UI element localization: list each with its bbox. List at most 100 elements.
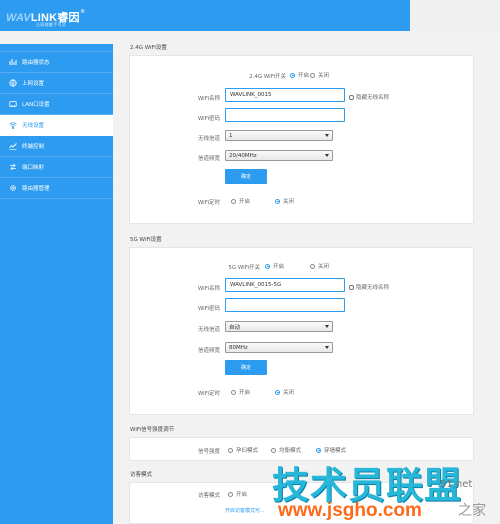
wifi5-channel-label: 无线信道 (197, 327, 220, 333)
radio-icon (271, 447, 276, 453)
select-value: 1 (229, 132, 233, 139)
wifi5-password-label: WiFi密码 (197, 306, 220, 312)
wifi24-switch-off[interactable]: 关闭 (310, 71, 329, 79)
select-value: 20/40MHz (229, 152, 257, 159)
signal-option-balanced[interactable]: 均衡模式 (271, 446, 301, 454)
wifi24-confirm-button[interactable]: 确定 (225, 169, 267, 184)
chevron-down-icon (325, 346, 329, 349)
wifi24-bandwidth-label: 信道频宽 (197, 156, 220, 162)
wifi24-switch-label: 2.4G WiFi开关 (249, 74, 286, 80)
wifi24-timer-label: WiFi定时 (197, 200, 220, 206)
sidebar-item-admin[interactable]: 路由器管理 (0, 178, 113, 199)
radio-label: 关闭 (283, 390, 295, 396)
radio-label: 穿墙模式 (324, 448, 347, 454)
signal-option-pregnant[interactable]: 孕妇模式 (228, 446, 258, 454)
wifi24-hide-checkbox[interactable]: 隐藏无线名称 (349, 93, 389, 101)
wifi5-timer-label: WiFi定时 (197, 391, 220, 397)
header-strip (410, 0, 500, 31)
radio-icon (231, 389, 236, 395)
top-header: WAVLINK睿因® 让网络触手可及 (0, 0, 410, 31)
radio-label: 均衡模式 (279, 448, 302, 454)
panel-24g: 2.4G WiFi开关 开启 关闭 WiFi名称 WAVLINK_0015 隐藏… (129, 55, 474, 224)
wifi5-switch-on[interactable]: 开启 (265, 262, 284, 270)
section-title-24g: 2.4G WiFi设置 (130, 45, 167, 51)
wifi24-name-input[interactable]: WAVLINK_0015 (225, 88, 345, 102)
radio-icon (290, 72, 295, 78)
guest-label: 访客模式 (197, 493, 220, 499)
wifi5-bandwidth-label: 信道频宽 (197, 348, 220, 354)
wifi24-password-label: WiFi密码 (197, 116, 220, 122)
section-title-guest: 访客模式 (130, 472, 153, 478)
guest-hint: 开启访客模式可... (225, 508, 265, 514)
sidebar-item-wireless[interactable]: 无线设置 (0, 115, 113, 136)
signal-option-wall[interactable]: 穿墙模式 (316, 446, 346, 454)
radio-label: 孕妇模式 (236, 448, 259, 454)
sidebar-item-port[interactable]: 端口映射 (0, 157, 113, 178)
chart-icon (9, 142, 17, 150)
wifi5-name-label: WiFi名称 (197, 286, 220, 292)
wifi5-switch-off[interactable]: 关闭 (310, 262, 329, 270)
checkbox-icon (349, 284, 354, 290)
chevron-down-icon (325, 154, 329, 157)
wifi5-name-input[interactable]: WAVLINK_0015-5G (225, 278, 345, 292)
sidebar-item-terminal[interactable]: 终端控制 (0, 136, 113, 157)
sidebar-item-label: 上网设置 (22, 81, 45, 87)
sidebar-item-status[interactable]: 路由器状态 (0, 52, 113, 73)
wifi5-hide-checkbox[interactable]: 隐藏无线名称 (349, 283, 389, 291)
signal-label: 信号强度 (197, 449, 220, 455)
wifi24-bandwidth-select[interactable]: 20/40MHz (225, 150, 333, 161)
wifi5-switch-label: 5G WiFi开关 (228, 265, 260, 271)
radio-label: 关闭 (318, 73, 330, 79)
sidebar-item-label: 路由器管理 (22, 186, 50, 192)
logo-mark: WAV (6, 12, 31, 24)
sidebar: 路由器状态 上网设置 LAN口设置 无线设置 终端控制 端口映射 路由器管理 (0, 44, 113, 524)
sidebar-item-internet[interactable]: 上网设置 (0, 73, 113, 94)
wifi24-switch-on[interactable]: 开启 (290, 71, 309, 79)
wifi5-timer-on[interactable]: 开启 (231, 388, 250, 396)
radio-label: 开启 (239, 199, 251, 205)
wifi24-timer-on[interactable]: 开启 (231, 197, 250, 205)
radio-icon (228, 491, 233, 497)
checkbox-icon (349, 94, 354, 100)
sidebar-head (0, 44, 113, 52)
lan-icon (9, 100, 17, 108)
wifi5-confirm-button[interactable]: 确定 (225, 360, 267, 375)
status-icon (9, 58, 17, 66)
radio-label: 开启 (239, 390, 251, 396)
sidebar-item-label: 路由器状态 (22, 60, 50, 66)
panel-5g: 5G WiFi开关 开启 关闭 WiFi名称 WAVLINK_0015-5G 隐… (129, 247, 474, 415)
select-value: 自动 (229, 324, 241, 331)
wifi24-channel-select[interactable]: 1 (225, 130, 333, 141)
port-icon (9, 163, 17, 171)
chevron-down-icon (325, 325, 329, 328)
checkbox-label: 隐藏无线名称 (356, 95, 390, 101)
wifi5-password-input[interactable] (225, 298, 345, 312)
wifi5-bandwidth-select[interactable]: 80MHz (225, 342, 333, 353)
globe-icon (9, 79, 17, 87)
watermark-side2: 之家 (458, 503, 486, 519)
logo-reg: ® (80, 9, 85, 15)
brand-tagline: 让网络触手可及 (36, 22, 67, 27)
watermark-url: www.jsgho.com (278, 500, 422, 521)
radio-label: 关闭 (318, 264, 330, 270)
checkbox-label: 隐藏无线名称 (356, 285, 390, 291)
wifi-icon (9, 121, 17, 129)
select-value: 80MHz (229, 344, 248, 351)
radio-icon (275, 198, 280, 204)
radio-icon (231, 198, 236, 204)
wifi5-channel-select[interactable]: 自动 (225, 321, 333, 332)
wifi24-channel-label: 无线信道 (197, 136, 220, 142)
wifi24-name-label: WiFi名称 (197, 96, 220, 102)
sidebar-item-label: 端口映射 (22, 165, 45, 171)
radio-icon (228, 447, 233, 453)
wifi5-timer-off[interactable]: 关闭 (275, 388, 294, 396)
sidebar-item-label: 无线设置 (22, 123, 45, 129)
watermark-side: 51.net (440, 479, 473, 490)
guest-option-on[interactable]: 开启 (228, 490, 247, 498)
sidebar-item-lan[interactable]: LAN口设置 (0, 94, 113, 115)
wifi24-password-input[interactable] (225, 108, 345, 122)
sidebar-item-label: 终端控制 (22, 144, 45, 150)
radio-label: 关闭 (283, 199, 295, 205)
section-title-signal: WiFi信号强度调节 (130, 427, 175, 433)
wifi24-timer-off[interactable]: 关闭 (275, 197, 294, 205)
